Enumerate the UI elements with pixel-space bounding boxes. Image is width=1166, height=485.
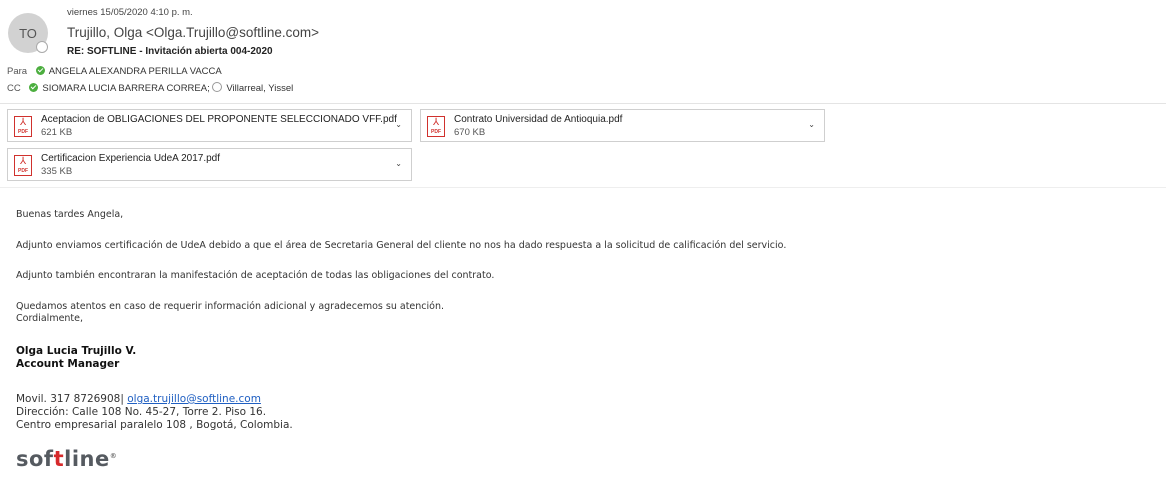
sender-name[interactable]: Trujillo, Olga <Olga.Trujillo@softline.c… — [67, 25, 319, 40]
available-status-icon — [35, 66, 45, 75]
signature-contact: Movil. 317 8726908| olga.trujillo@softli… — [16, 393, 261, 405]
cc-recipient-2[interactable]: Villarreal, Yissel — [226, 83, 293, 94]
pdf-icon: ⅄ PDF — [14, 155, 32, 176]
avatar-initials: TO — [19, 25, 37, 41]
body-paragraph-3: Quedamos atentos en caso de requerir inf… — [16, 301, 444, 312]
signature-name: Olga Lucia Trujillo V. — [16, 345, 137, 357]
to-label: Para — [7, 66, 28, 77]
available-status-icon — [29, 83, 39, 92]
attachment-size: 670 KB — [454, 127, 486, 138]
attachment-item[interactable]: ⅄ PDF Aceptacion de OBLIGACIONES DEL PROP… — [7, 109, 412, 142]
body-closing: Cordialmente, — [16, 313, 84, 324]
cc-line: CC SIOMARA LUCIA BARRERA CORREA; Villarr… — [7, 82, 293, 94]
attachment-size: 621 KB — [41, 127, 73, 138]
body-greeting: Buenas tardes Angela, — [16, 209, 124, 220]
signature-center: Centro empresarial paralelo 108 , Bogotá… — [16, 419, 293, 431]
attachment-name: Contrato Universidad de Antioquia.pdf — [454, 114, 623, 125]
pdf-icon: ⅄ PDF — [14, 116, 32, 137]
unknown-status-icon — [212, 82, 223, 92]
softline-logo: softline® — [16, 447, 118, 471]
chevron-down-icon[interactable]: ⌄ — [395, 159, 402, 168]
signature-phone: Movil. 317 8726908| — [16, 393, 124, 405]
body-paragraph-2: Adjunto también encontraran la manifesta… — [16, 270, 495, 281]
attachment-name: Certificacion Experiencia UdeA 2017.pdf — [41, 153, 220, 164]
pdf-icon: ⅄ PDF — [427, 116, 445, 137]
attachment-name: Aceptacion de OBLIGACIONES DEL PROPONENT… — [41, 114, 397, 125]
to-recipient[interactable]: ANGELA ALEXANDRA PERILLA VACCA — [49, 66, 222, 77]
attachments-divider — [0, 187, 1166, 188]
body-paragraph-1: Adjunto enviamos certificación de UdeA d… — [16, 240, 787, 251]
cc-label: CC — [7, 83, 21, 94]
header-divider — [0, 103, 1166, 104]
signature-address: Dirección: Calle 108 No. 45-27, Torre 2.… — [16, 406, 267, 418]
signature-role: Account Manager — [16, 358, 120, 370]
cc-recipient-1[interactable]: SIOMARA LUCIA BARRERA CORREA; — [42, 83, 209, 94]
message-subject: RE: SOFTLINE - Invitación abierta 004-20… — [67, 46, 273, 57]
attachment-item[interactable]: ⅄ PDF Contrato Universidad de Antioquia.p… — [420, 109, 825, 142]
chevron-down-icon[interactable]: ⌄ — [395, 120, 402, 129]
signature-email-link[interactable]: olga.trujillo@softline.com — [127, 393, 261, 405]
attachment-item[interactable]: ⅄ PDF Certificacion Experiencia UdeA 2017… — [7, 148, 412, 181]
sent-date: viernes 15/05/2020 4:10 p. m. — [67, 7, 193, 18]
to-line: Para ANGELA ALEXANDRA PERILLA VACCA — [7, 66, 222, 77]
chevron-down-icon[interactable]: ⌄ — [808, 120, 815, 129]
attachment-size: 335 KB — [41, 166, 73, 177]
presence-status-icon — [36, 41, 48, 53]
